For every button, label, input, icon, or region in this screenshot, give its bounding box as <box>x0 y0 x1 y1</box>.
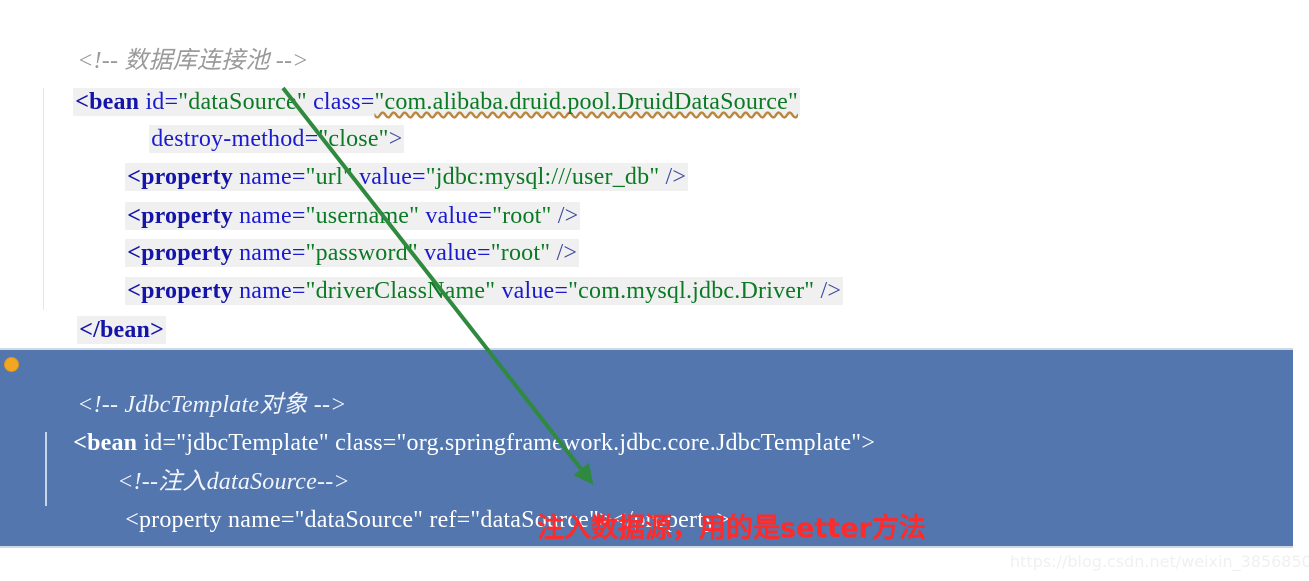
code-line-property-driverclassname[interactable]: <property name="driverClassName" value="… <box>88 246 844 336</box>
screenshot-root: <!-- 数据库连接池 --> <bean id="dataSource" cl… <box>0 0 1309 581</box>
property-name-value: "driverClassName" <box>305 278 496 304</box>
property-value-attribute: value= <box>501 278 569 304</box>
property-ref-attribute: ref= <box>429 507 471 533</box>
code-line-beans-close[interactable]: </beans> <box>0 551 128 581</box>
bookmark-dot-icon[interactable] <box>5 358 18 371</box>
property-name-attribute: name= <box>239 278 306 304</box>
property-value-value: "com.mysql.jdbc.Driver" <box>568 278 815 304</box>
red-annotation-note: 注入数据源，用的是setter方法 <box>537 513 926 544</box>
property-name-attribute: name= <box>228 507 295 533</box>
watermark-text: https://blog.csdn.net/weixin_38568503 <box>1010 552 1309 571</box>
bean-close-tag: </bean> <box>79 317 164 343</box>
bean-open-tag-close: > <box>861 430 876 456</box>
bean-class-value: "org.springframework.jdbc.core.JdbcTempl… <box>396 430 862 456</box>
bean-class-value: "com.alibaba.druid.pool.DruidDataSource" <box>374 89 798 115</box>
property-name-value: "dataSource" <box>294 507 424 533</box>
property-self-close: /> <box>820 278 842 304</box>
code-editor[interactable]: <!-- 数据库连接池 --> <bean id="dataSource" cl… <box>0 0 1309 581</box>
property-self-close: /> <box>665 164 687 190</box>
